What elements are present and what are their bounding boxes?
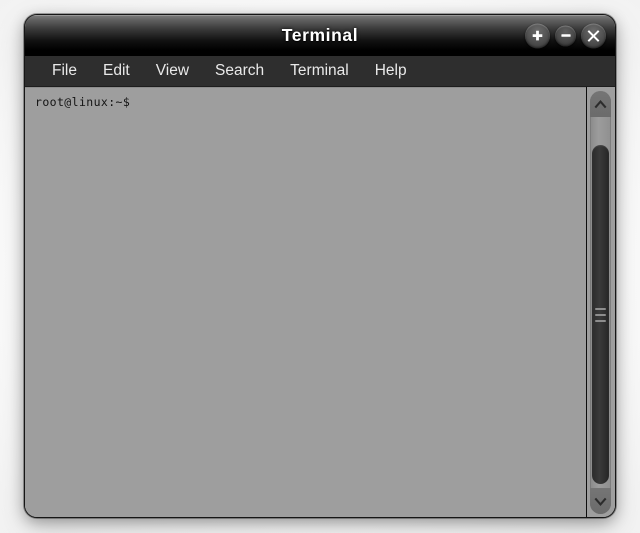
menu-item-help[interactable]: Help — [362, 59, 420, 84]
vertical-scrollbar-thumb[interactable] — [592, 145, 609, 484]
maximize-button[interactable] — [525, 23, 550, 48]
window-controls — [525, 23, 606, 48]
chevron-down-icon — [594, 497, 607, 506]
vertical-scrollbar-track[interactable] — [590, 91, 611, 514]
plus-icon — [532, 30, 543, 40]
terminal-body: root@linux:~$ — [25, 87, 615, 517]
window-titlebar[interactable]: Terminal — [25, 15, 615, 56]
menu-item-search[interactable]: Search — [202, 59, 277, 84]
minus-icon — [560, 34, 571, 37]
menu-item-terminal[interactable]: Terminal — [277, 59, 362, 84]
menu-item-view[interactable]: View — [143, 59, 202, 84]
vertical-thumb-grip-icon — [595, 307, 606, 322]
menu-item-edit[interactable]: Edit — [90, 59, 143, 84]
minimize-button[interactable] — [555, 25, 576, 46]
menu-item-file[interactable]: File — [39, 59, 90, 84]
scroll-up-button[interactable] — [590, 91, 611, 117]
close-button[interactable] — [581, 23, 606, 48]
terminal-output-area[interactable]: root@linux:~$ — [25, 87, 586, 517]
window-title: Terminal — [281, 25, 359, 45]
terminal-window: Terminal File Edit View Search Terminal … — [24, 14, 616, 518]
chevron-up-icon — [594, 99, 607, 108]
scroll-down-button[interactable] — [590, 488, 611, 514]
terminal-prompt-line: root@linux:~$ — [35, 95, 131, 109]
vertical-scrollbar[interactable] — [586, 87, 615, 517]
menubar: File Edit View Search Terminal Help — [25, 56, 615, 87]
close-icon — [587, 29, 600, 42]
